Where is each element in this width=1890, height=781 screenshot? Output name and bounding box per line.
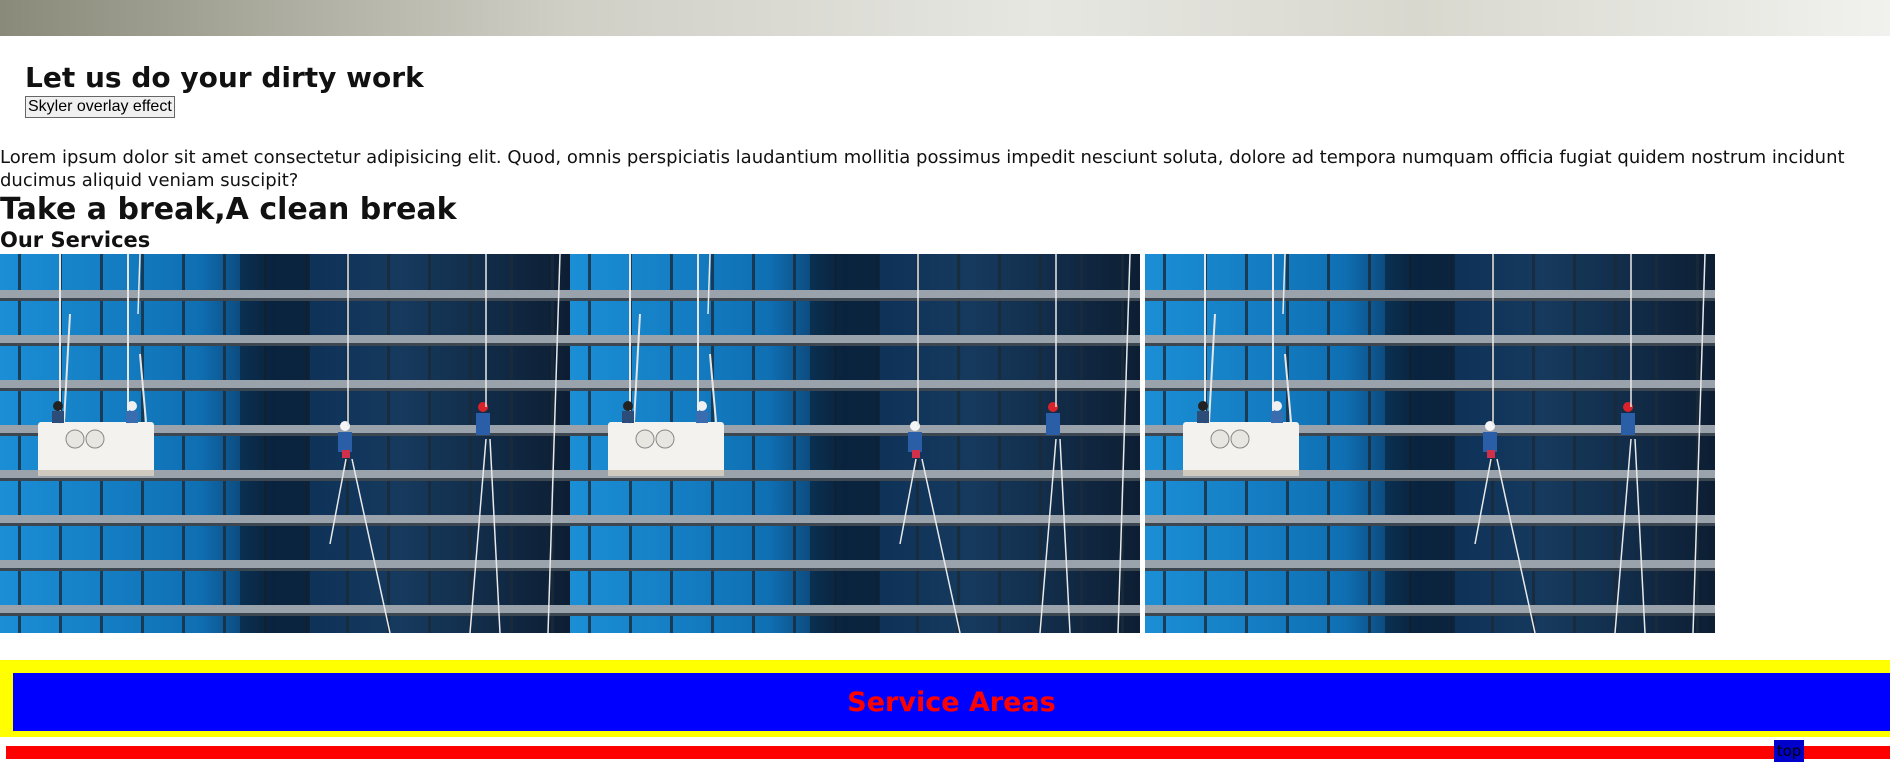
- tagline-heading: Take a break,A clean break: [0, 192, 457, 227]
- services-heading: Our Services: [0, 228, 151, 252]
- footer-bar: [6, 746, 1890, 759]
- service-areas-panel: Service Areas: [13, 673, 1890, 731]
- hero-title: Let us do your dirty work: [25, 61, 424, 94]
- top-banner-image: [0, 0, 1890, 36]
- overlay-effect-button[interactable]: Skyler overlay effect: [25, 96, 175, 118]
- services-gallery: [0, 254, 1715, 633]
- intro-paragraph: Lorem ipsum dolor sit amet consectetur a…: [0, 147, 1845, 191]
- service-image-3: [1145, 254, 1715, 633]
- service-areas-label: Service Areas: [847, 686, 1056, 718]
- back-to-top-link[interactable]: top: [1774, 740, 1804, 762]
- service-areas-banner: Service Areas: [0, 660, 1890, 737]
- service-image-2: [570, 254, 1140, 633]
- service-image-1: [0, 254, 570, 633]
- hero-section: Let us do your dirty work Skyler overlay…: [25, 60, 424, 118]
